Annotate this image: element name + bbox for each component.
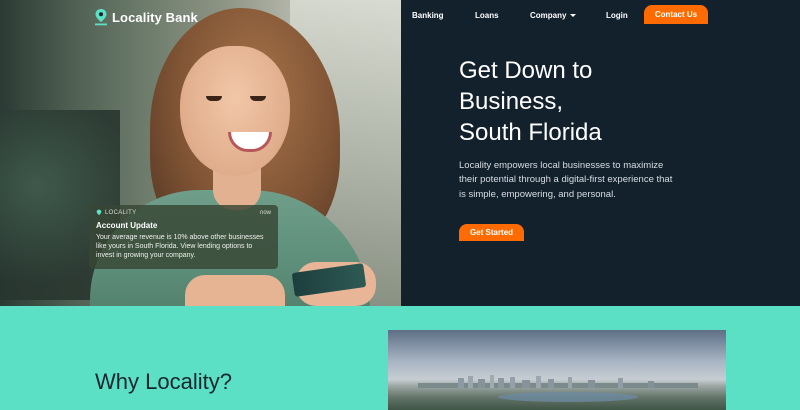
nav-company-label: Company <box>530 11 567 20</box>
main-nav: Banking Loans Company Login Contact Us <box>401 0 800 30</box>
get-started-button[interactable]: Get Started <box>459 224 524 241</box>
hero-section: Locality Bank LOCALITY now Account Updat… <box>0 0 800 306</box>
nav-company[interactable]: Company <box>530 11 577 20</box>
logo-link[interactable]: Locality Bank <box>94 8 198 26</box>
notification-brand: LOCALITY <box>105 210 137 216</box>
headline-line-3: South Florida <box>459 119 602 146</box>
account-update-notification: LOCALITY now Account Update Your average… <box>89 205 278 269</box>
why-locality-section: Why Locality? <box>0 306 800 410</box>
notification-time: now <box>259 210 271 216</box>
notification-body: Your average revenue is 10% above other … <box>96 234 264 259</box>
headline-line-2: Business, <box>459 88 564 115</box>
contact-us-button[interactable]: Contact Us <box>644 5 708 24</box>
why-locality-title: Why Locality? <box>95 369 232 394</box>
nav-login[interactable]: Login <box>606 11 628 20</box>
hero-headline: Get Down to Business, South Florida <box>459 55 719 148</box>
nav-loans[interactable]: Loans <box>475 11 499 20</box>
map-pin-icon <box>95 9 107 26</box>
city-skyline-image <box>388 330 726 410</box>
nav-banking[interactable]: Banking <box>412 11 444 20</box>
headline-line-1: Get Down to <box>459 57 593 84</box>
logo-text: Locality Bank <box>112 9 198 25</box>
map-pin-icon <box>96 209 102 216</box>
caret-down-icon <box>570 14 577 18</box>
hero-subtext: Locality empowers local businesses to ma… <box>459 160 673 200</box>
notification-title: Account Update <box>96 221 158 230</box>
